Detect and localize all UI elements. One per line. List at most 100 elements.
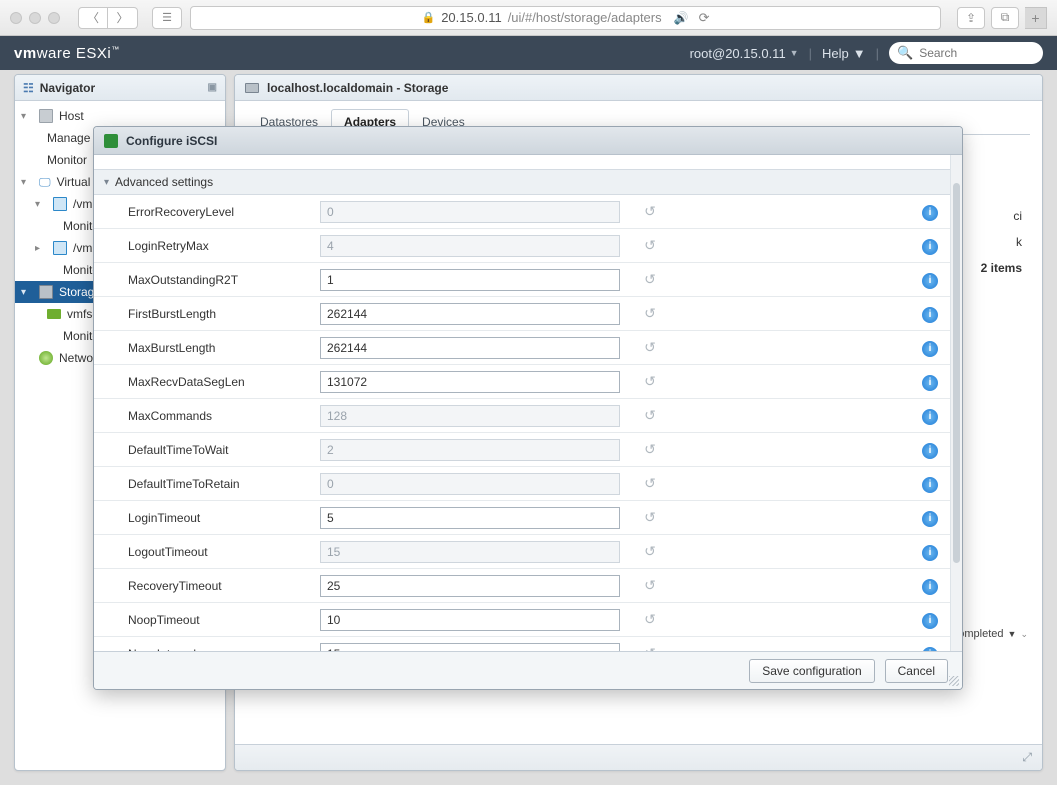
- setting-row: MaxRecvDataSegLen↺i: [94, 365, 950, 399]
- reset-button[interactable]: ↺: [620, 305, 680, 322]
- setting-input[interactable]: [320, 303, 620, 325]
- setting-field: [320, 609, 620, 631]
- info-cell: i: [910, 236, 950, 255]
- setting-field: [320, 439, 620, 461]
- settings-scroll[interactable]: ▾ Advanced settings ErrorRecoveryLevel↺i…: [94, 155, 950, 651]
- zoom-window-icon[interactable]: [48, 12, 60, 24]
- setting-row: DefaultTimeToRetain↺i: [94, 467, 950, 501]
- search-input[interactable]: [919, 46, 1029, 60]
- setting-row: DefaultTimeToWait ↺ i: [94, 433, 950, 467]
- info-icon[interactable]: i: [922, 205, 938, 221]
- cancel-button[interactable]: Cancel: [885, 659, 948, 683]
- setting-row: MaxBurstLength ↺ i: [94, 331, 950, 365]
- setting-label: MaxOutstandingR2T: [94, 273, 320, 287]
- reset-button[interactable]: ↺: [620, 577, 680, 594]
- setting-label: DefaultTimeToWait: [94, 443, 320, 457]
- info-icon[interactable]: i: [922, 579, 938, 595]
- dialog-scrollbar[interactable]: [950, 155, 962, 651]
- setting-input[interactable]: [320, 201, 620, 223]
- setting-input[interactable]: [320, 405, 620, 427]
- info-icon[interactable]: i: [922, 341, 938, 357]
- setting-label: FirstBurstLength: [94, 307, 320, 321]
- info-icon[interactable]: i: [922, 409, 938, 425]
- info-icon[interactable]: i: [922, 511, 938, 527]
- close-window-icon[interactable]: [10, 12, 22, 24]
- setting-field: [320, 235, 620, 257]
- reset-button[interactable]: ↺: [620, 611, 680, 628]
- peek-text: ci: [981, 203, 1022, 229]
- vm-icon: 🖵: [39, 175, 51, 190]
- twisty-icon[interactable]: ▾: [21, 111, 31, 122]
- twisty-icon[interactable]: ▾: [104, 177, 109, 188]
- reset-button[interactable]: ↺: [620, 373, 680, 390]
- dialog-footer: Save configuration Cancel: [94, 651, 962, 689]
- reset-button[interactable]: ↺: [620, 203, 680, 220]
- advanced-settings-header[interactable]: ▾ Advanced settings: [94, 169, 950, 195]
- share-button[interactable]: ⇪: [957, 7, 985, 29]
- setting-label: LoginTimeout: [94, 511, 320, 525]
- setting-input[interactable]: [320, 235, 620, 257]
- setting-label: MaxBurstLength: [94, 341, 320, 355]
- info-icon[interactable]: i: [922, 273, 938, 289]
- reset-button[interactable]: ↺: [620, 441, 680, 458]
- info-icon[interactable]: i: [922, 443, 938, 459]
- twisty-icon[interactable]: ▾: [35, 199, 45, 210]
- reset-button[interactable]: ↺: [620, 237, 680, 254]
- reset-button[interactable]: ↺: [620, 475, 680, 492]
- reset-button[interactable]: ↺: [620, 407, 680, 424]
- tree-label: Host: [59, 109, 84, 123]
- setting-input[interactable]: [320, 439, 620, 461]
- minimize-window-icon[interactable]: [29, 12, 41, 24]
- scrollbar-thumb[interactable]: [953, 183, 960, 563]
- tabs-button[interactable]: ⧉: [991, 7, 1019, 29]
- setting-row: MaxOutstandingR2T ↺ i: [94, 263, 950, 297]
- reset-button[interactable]: ↺: [620, 509, 680, 526]
- setting-input[interactable]: [320, 643, 620, 652]
- reset-button[interactable]: ↺: [620, 543, 680, 560]
- setting-row: NoopInterval↺i: [94, 637, 950, 651]
- navigator-header: ☷ Navigator ▣: [15, 75, 225, 101]
- search-box[interactable]: 🔍: [889, 42, 1043, 64]
- twisty-icon[interactable]: ▾: [21, 287, 31, 298]
- setting-input[interactable]: [320, 473, 620, 495]
- info-icon[interactable]: i: [922, 375, 938, 391]
- address-bar[interactable]: 🔒 20.15.0.11/ui/#/host/storage/adapters …: [190, 6, 941, 30]
- setting-row: NoopTimeout↺i: [94, 603, 950, 637]
- recent-tasks-bar[interactable]: ⤢: [235, 744, 1042, 770]
- info-icon[interactable]: i: [922, 307, 938, 323]
- info-icon[interactable]: i: [922, 239, 938, 255]
- search-icon: 🔍: [897, 45, 913, 61]
- expand-icon[interactable]: ⤢: [1022, 750, 1032, 765]
- status-filter-peek[interactable]: ompleted ▼ ⌄: [958, 628, 1028, 640]
- audio-icon[interactable]: 🔊: [674, 11, 689, 25]
- twisty-icon[interactable]: ▸: [35, 243, 45, 254]
- setting-input[interactable]: [320, 609, 620, 631]
- setting-input[interactable]: [320, 371, 620, 393]
- save-button[interactable]: Save configuration: [749, 659, 874, 683]
- setting-input[interactable]: [320, 507, 620, 529]
- info-icon[interactable]: i: [922, 613, 938, 629]
- tree-host[interactable]: ▾ Host: [15, 105, 225, 127]
- dialog-titlebar[interactable]: Configure iSCSI: [94, 127, 962, 155]
- info-cell: i: [910, 440, 950, 459]
- forward-button[interactable]: 〉: [108, 7, 138, 29]
- setting-input[interactable]: [320, 269, 620, 291]
- setting-input[interactable]: [320, 337, 620, 359]
- reset-button[interactable]: ↺: [620, 339, 680, 356]
- collapse-panel-icon[interactable]: ▣: [208, 82, 217, 93]
- user-menu[interactable]: root@20.15.0.11 ▼: [690, 46, 799, 61]
- setting-input[interactable]: [320, 575, 620, 597]
- setting-input[interactable]: [320, 541, 620, 563]
- reset-button[interactable]: ↺: [620, 271, 680, 288]
- setting-label: LogoutTimeout: [94, 545, 320, 559]
- back-button[interactable]: 〈: [78, 7, 108, 29]
- twisty-icon[interactable]: ▾: [21, 177, 31, 188]
- help-menu[interactable]: Help ▼: [822, 46, 866, 61]
- reload-button[interactable]: ⟳: [699, 10, 710, 26]
- info-icon[interactable]: i: [922, 477, 938, 493]
- info-icon[interactable]: i: [922, 545, 938, 561]
- new-tab-button[interactable]: +: [1025, 7, 1047, 29]
- resize-handle[interactable]: [949, 676, 959, 686]
- sidebar-toggle-button[interactable]: ☰: [152, 7, 182, 29]
- logo-part-c: ESXi: [71, 45, 111, 62]
